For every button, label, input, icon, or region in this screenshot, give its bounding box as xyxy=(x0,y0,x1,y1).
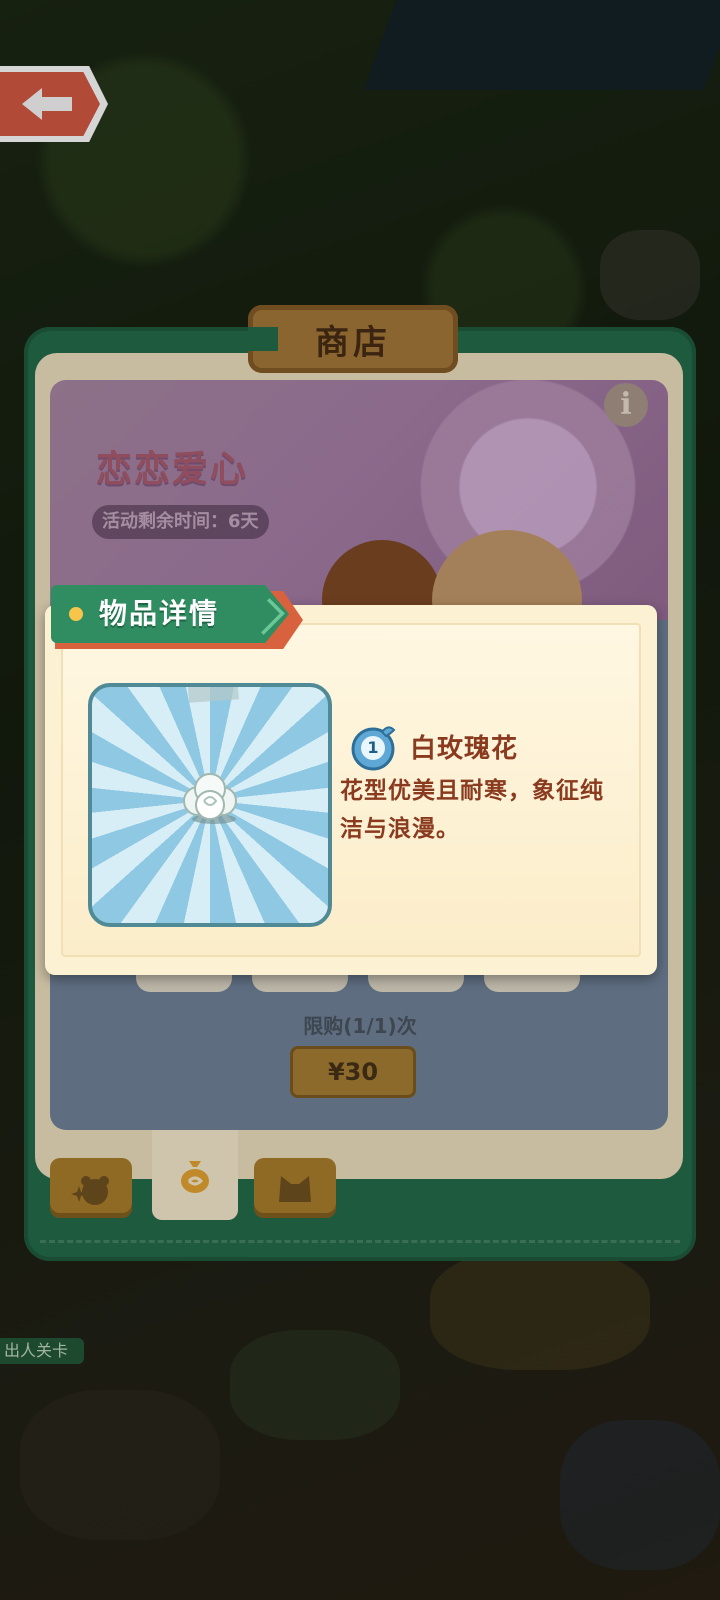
item-detail-ribbon: 物品详情 xyxy=(51,585,303,651)
cat-face-icon xyxy=(279,1176,311,1202)
bear-sparkle-icon xyxy=(71,1176,109,1205)
tape-icon xyxy=(187,687,239,703)
item-level: 1 xyxy=(361,736,385,760)
money-bag-icon xyxy=(181,1161,209,1193)
event-title: 恋恋爱心 xyxy=(96,449,249,490)
event-timer: 活动剩余时间：6天 xyxy=(92,505,269,539)
back-button[interactable] xyxy=(0,66,108,142)
tab-money-bag[interactable] xyxy=(152,1130,238,1220)
divider xyxy=(40,1240,680,1245)
event-banner xyxy=(50,380,668,620)
item-name: 白玫瑰花 xyxy=(410,734,519,764)
world-level-label[interactable]: 出人关卡 xyxy=(0,1338,84,1364)
arrow-left-icon xyxy=(22,88,72,120)
white-rose-icon xyxy=(183,773,237,824)
tab-cat[interactable] xyxy=(254,1158,336,1218)
purchase-limit-text: 限购(1/1)次 xyxy=(303,1014,417,1038)
item-description: 花型优美且耐寒，象征纯洁与浪漫。 xyxy=(340,778,604,842)
shop-title-text: 商店 xyxy=(315,322,391,363)
info-icon[interactable]: i xyxy=(604,383,648,427)
shop-title: 商店 xyxy=(248,305,458,373)
dot-icon xyxy=(69,607,83,621)
item-level-badge: 1 xyxy=(350,722,400,772)
ribbon-label: 物品详情 xyxy=(99,597,220,630)
tab-bear[interactable] xyxy=(50,1158,132,1218)
buy-button[interactable]: ¥30 xyxy=(290,1046,416,1098)
item-image-card xyxy=(88,683,332,927)
